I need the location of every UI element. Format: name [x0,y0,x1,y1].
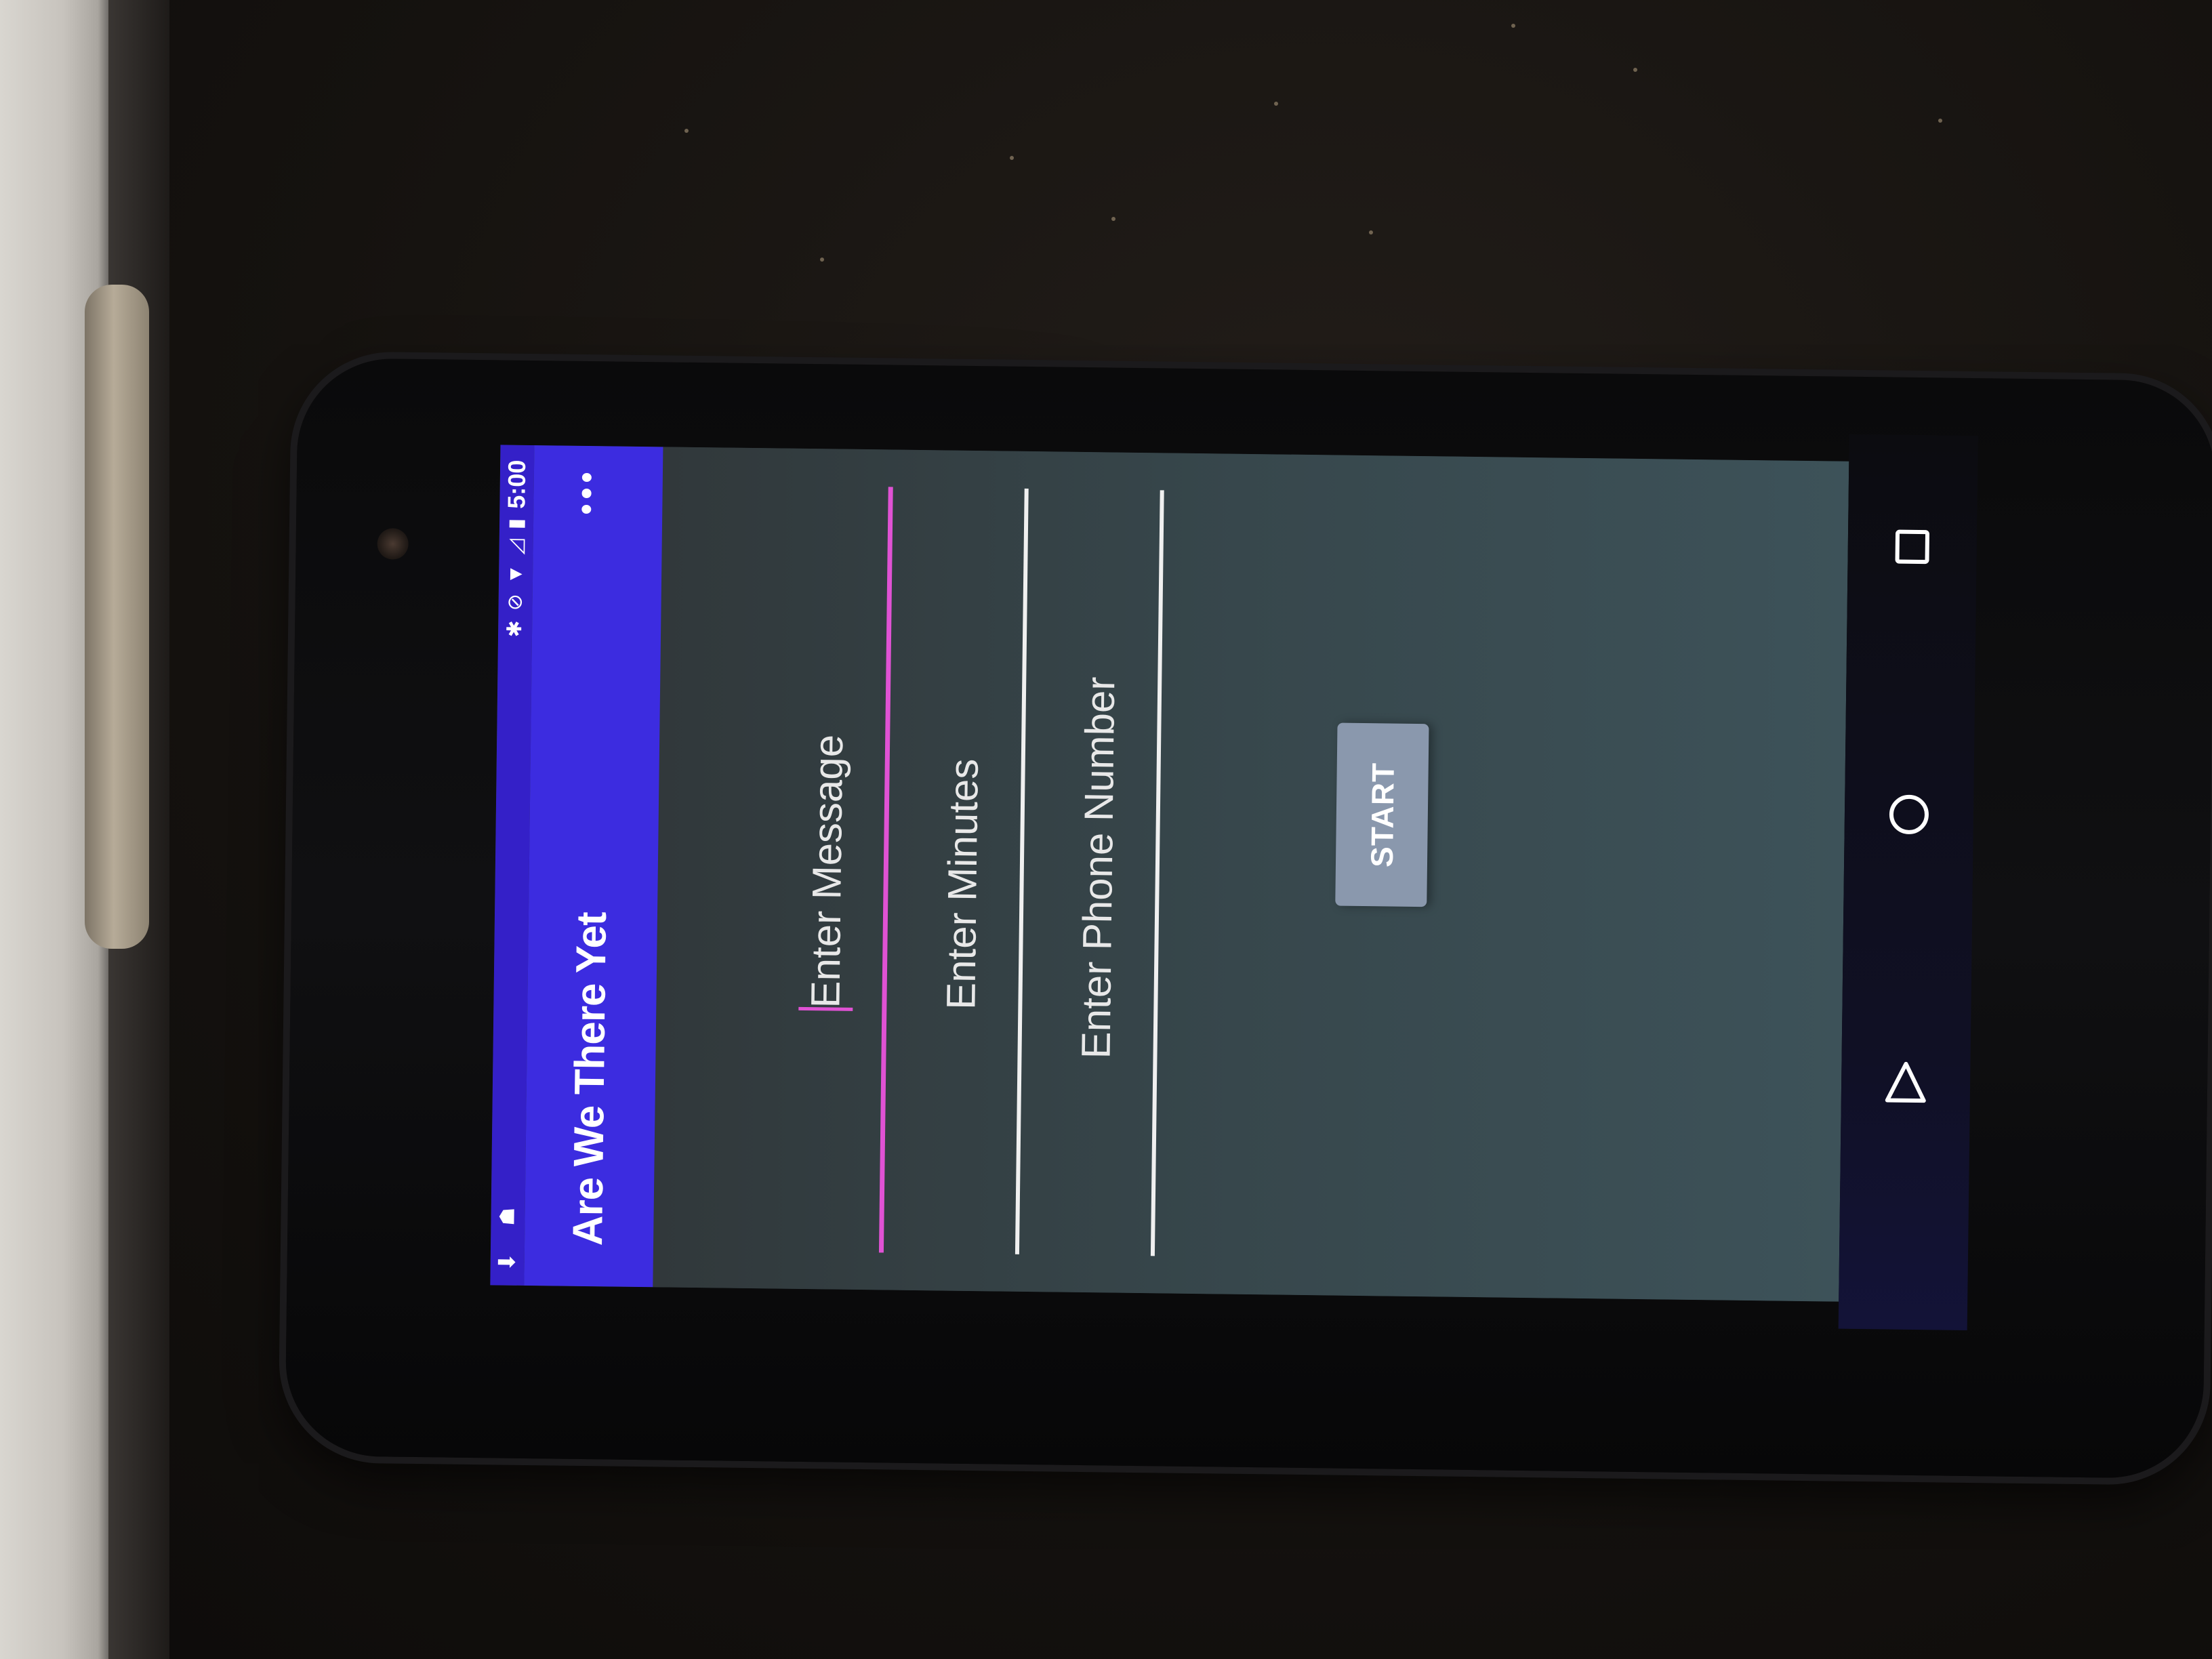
wifi-icon: ▼ [504,564,527,585]
navigation-bar [1838,434,1978,1330]
message-field[interactable]: Enter Message [775,486,893,1253]
more-vert-icon[interactable] [566,472,607,514]
dust-speck [1274,102,1278,106]
form-content: Enter Message Enter Minutes Enter Phone … [653,447,1849,1301]
dust-speck [1633,68,1637,72]
android-debug-icon: ☗ [496,1207,519,1226]
dust-speck [1010,156,1014,160]
menu-dot [581,489,592,498]
recents-icon[interactable] [1881,516,1943,577]
status-icons: ✱ ⊘ ▼ ◿ ▮ 5:00 [502,459,531,638]
battery-charging-icon: ▮ [504,518,528,530]
cell-signal-icon: ◿ [504,539,527,555]
menu-dot [581,504,592,514]
dust-speck [1511,24,1515,28]
download-notification-icon: ⬇ [494,1252,520,1272]
photo-scene: ⬇ ☗ ✱ ⊘ ▼ ◿ ▮ 5:00 Are We There Yet Ente… [0,0,2212,1659]
app-screen: ⬇ ☗ ✱ ⊘ ▼ ◿ ▮ 5:00 Are We There Yet Ente… [490,445,1849,1302]
minutes-underline [1015,488,1029,1254]
front-camera [377,528,409,560]
app-title: Are We There Yet [565,912,616,1246]
message-underline [878,487,893,1253]
app-bar: Are We There Yet [524,445,663,1288]
message-placeholder: Enter Message [802,734,852,1008]
phone-body: ⬇ ☗ ✱ ⊘ ▼ ◿ ▮ 5:00 Are We There Yet Ente… [285,357,2212,1479]
phone-number-field[interactable]: Enter Phone Number [1046,489,1164,1256]
do-not-disturb-icon: ⊘ [504,593,527,611]
minutes-placeholder: Enter Minutes [938,758,987,1010]
laptop-hinge [85,285,149,949]
bluetooth-icon: ✱ [503,620,527,638]
home-icon[interactable] [1878,783,1940,845]
phone-number-underline [1150,490,1164,1256]
dust-speck [684,129,689,133]
back-icon[interactable] [1875,1051,1937,1113]
phone-number-placeholder: Enter Phone Number [1073,676,1124,1059]
menu-dot [581,472,592,483]
dust-speck [820,258,824,262]
phone-screen: ⬇ ☗ ✱ ⊘ ▼ ◿ ▮ 5:00 Are We There Yet Ente… [490,445,1849,1302]
status-time: 5:00 [502,459,531,510]
start-button[interactable]: START [1335,722,1429,907]
dust-speck [1369,230,1373,234]
dust-speck [1938,119,1942,123]
dust-speck [1111,217,1115,221]
minutes-field[interactable]: Enter Minutes [911,487,1029,1254]
